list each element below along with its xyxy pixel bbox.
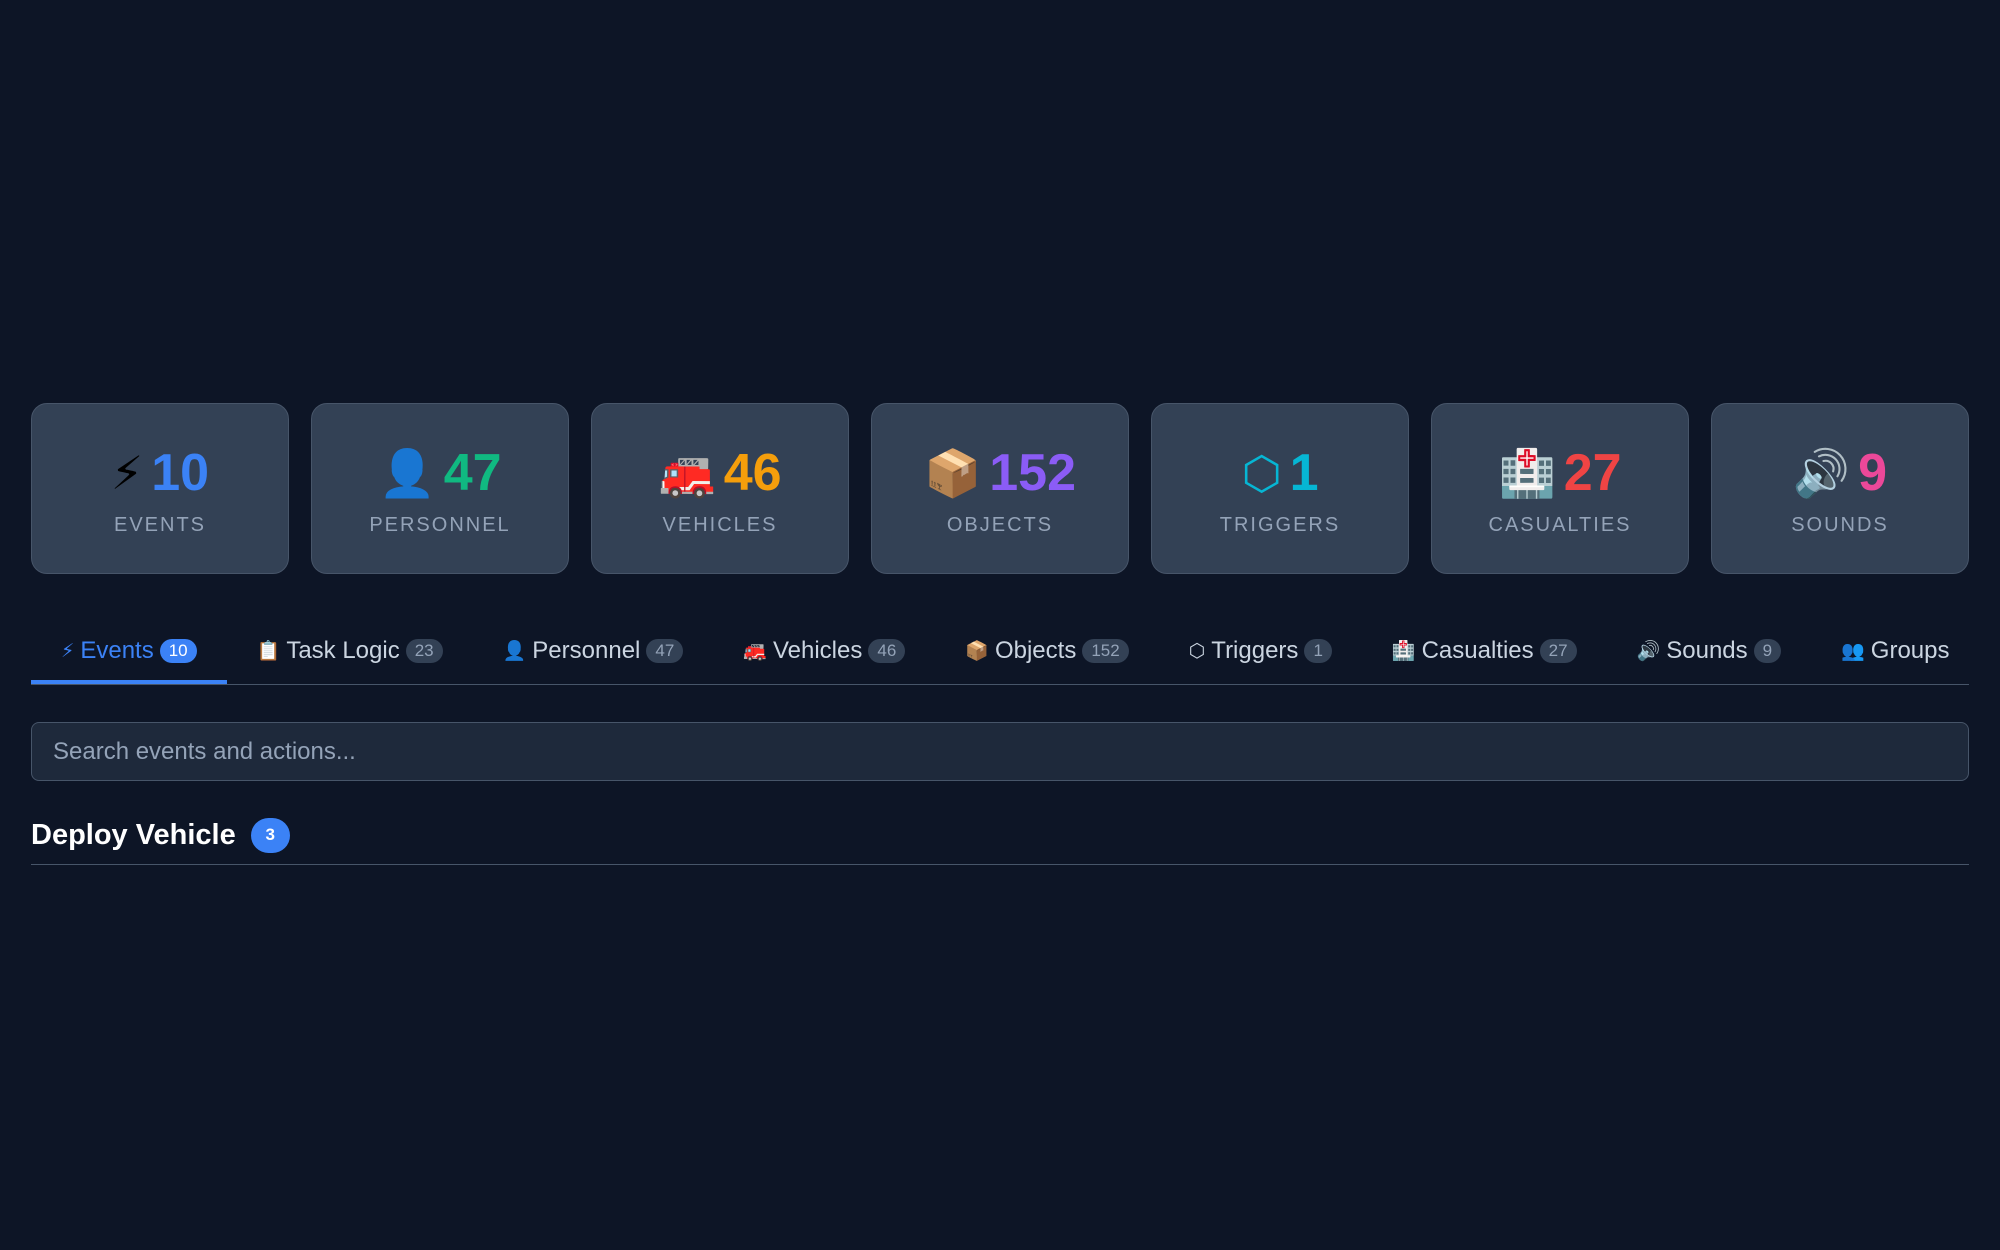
tab-groups[interactable]: 👥 Groups xyxy=(1811,620,1969,682)
hexagon-icon: ⬡ xyxy=(1188,640,1206,662)
section-title: Deploy Vehicle xyxy=(31,818,236,851)
tab-count-badge: 47 xyxy=(646,639,684,663)
tab-count-badge: 152 xyxy=(1082,639,1129,663)
stat-label: SOUNDS xyxy=(1791,514,1889,536)
tab-sounds[interactable]: 🔊 Sounds 9 xyxy=(1607,620,1812,682)
stat-card-casualties: 🏥 27 CASUALTIES xyxy=(1431,403,1689,574)
speaker-icon: 🔊 xyxy=(1636,641,1661,662)
lightning-icon: ⚡ xyxy=(110,447,144,499)
page: ⚡ 10 EVENTS 👤 47 PERSONNEL 🚒 46 VEHICLES… xyxy=(0,0,2000,1250)
stat-value: 9 xyxy=(1858,444,1888,502)
clipboard-icon: 📋 xyxy=(256,641,281,662)
tab-label: Events xyxy=(80,637,154,664)
stat-card-sounds: 🔊 9 SOUNDS xyxy=(1711,403,1969,574)
stat-card-events: ⚡ 10 EVENTS xyxy=(31,403,289,574)
section-header: Deploy Vehicle 3 xyxy=(31,806,1969,865)
tab-count-badge: 27 xyxy=(1539,639,1577,663)
tab-events[interactable]: ⚡ Events 10 xyxy=(31,620,227,684)
tab-objects[interactable]: 📦 Objects 152 xyxy=(935,620,1158,682)
hospital-icon: 🏥 xyxy=(1391,641,1416,662)
tab-count-badge: 9 xyxy=(1753,639,1782,663)
tab-label: Groups xyxy=(1870,637,1950,664)
stat-card-triggers: ⬡ 1 TRIGGERS xyxy=(1151,403,1409,574)
stat-label: CASUALTIES xyxy=(1488,514,1632,536)
stat-value: 10 xyxy=(151,444,210,502)
package-icon: 📦 xyxy=(923,447,982,499)
stat-label: OBJECTS xyxy=(946,514,1054,536)
tab-label: Vehicles xyxy=(772,637,863,664)
stat-label: EVENTS xyxy=(113,514,207,536)
stat-value: 47 xyxy=(443,444,502,502)
tab-label: Triggers xyxy=(1211,637,1299,664)
person-icon: 👤 xyxy=(502,641,527,662)
stat-card-personnel: 👤 47 PERSONNEL xyxy=(311,403,569,574)
tab-triggers[interactable]: ⬡ Triggers 1 xyxy=(1159,620,1362,682)
hexagon-icon: ⬡ xyxy=(1241,447,1282,499)
tab-task-logic[interactable]: 📋 Task Logic 23 xyxy=(227,620,473,682)
person-icon: 👤 xyxy=(378,447,436,499)
tab-count-badge: 10 xyxy=(159,639,197,663)
speaker-icon: 🔊 xyxy=(1792,447,1851,499)
tab-label: Casualties xyxy=(1421,637,1534,664)
fire-truck-icon: 🚒 xyxy=(658,447,716,499)
tab-count-badge: 1 xyxy=(1304,639,1332,663)
tab-label: Task Logic xyxy=(286,637,400,664)
stat-value: 46 xyxy=(723,444,782,502)
tab-label: Personnel xyxy=(532,637,641,664)
stats-row: ⚡ 10 EVENTS 👤 47 PERSONNEL 🚒 46 VEHICLES… xyxy=(31,403,1969,574)
tab-count-badge: 46 xyxy=(868,639,906,663)
tab-count-badge: 23 xyxy=(405,639,443,663)
group-icon: 👥 xyxy=(1841,641,1865,662)
section-count-badge: 3 xyxy=(250,817,290,853)
stat-value: 152 xyxy=(989,444,1077,502)
stat-card-vehicles: 🚒 46 VEHICLES xyxy=(591,403,849,574)
stat-label: VEHICLES xyxy=(662,514,778,536)
stat-value: 1 xyxy=(1289,444,1319,502)
tab-label: Sounds xyxy=(1666,637,1748,664)
search-input[interactable] xyxy=(31,722,1969,781)
stat-card-objects: 📦 152 OBJECTS xyxy=(871,403,1129,574)
package-icon: 📦 xyxy=(965,641,989,662)
hospital-icon: 🏥 xyxy=(1498,447,1556,499)
stat-label: TRIGGERS xyxy=(1219,514,1341,536)
tab-vehicles[interactable]: 🚒 Vehicles 46 xyxy=(713,620,935,682)
tab-label: Objects xyxy=(994,637,1077,664)
fire-truck-icon: 🚒 xyxy=(743,641,767,662)
tab-personnel[interactable]: 👤 Personnel 47 xyxy=(473,620,714,682)
lightning-icon: ⚡ xyxy=(61,640,75,662)
stat-value: 27 xyxy=(1563,444,1622,502)
tab-casualties[interactable]: 🏥 Casualties 27 xyxy=(1362,620,1607,682)
tab-bar: ⚡ Events 10 📋 Task Logic 23 👤 Personnel … xyxy=(31,620,1969,685)
stat-label: PERSONNEL xyxy=(369,514,511,536)
